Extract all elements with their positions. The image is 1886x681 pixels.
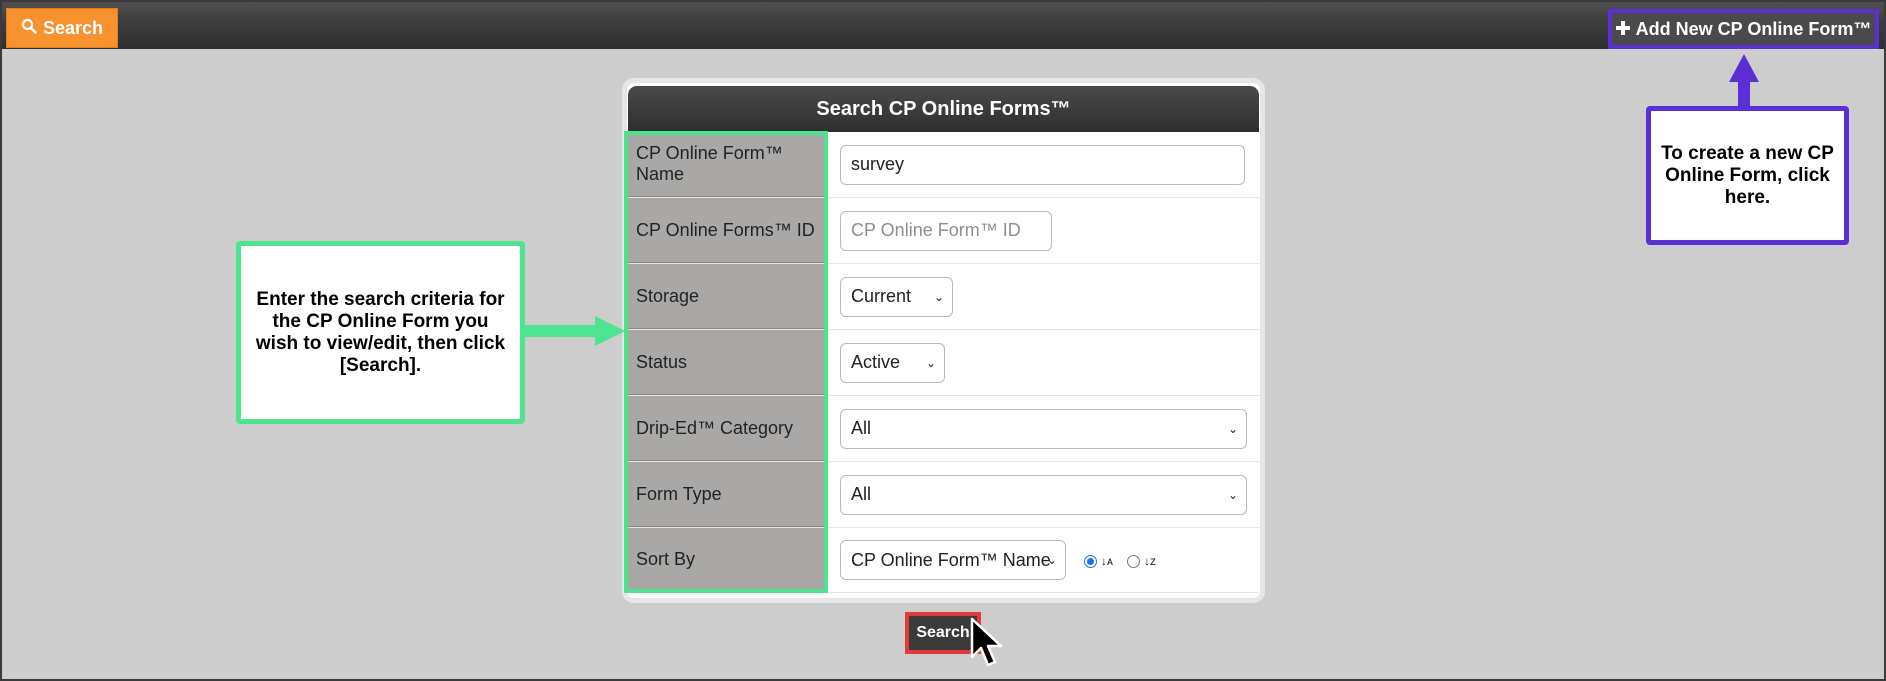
form-id-label: CP Online Forms™ ID <box>628 198 828 263</box>
sort-descending-icon: ↓ᴢ <box>1143 554 1156 568</box>
search-icon <box>21 18 37 39</box>
callout-arrow-up-head <box>1729 54 1759 82</box>
callout-add-form: To create a new CP Online Form, click he… <box>1646 106 1849 245</box>
row-form-type: Form Type All ⌄ <box>628 462 1259 528</box>
form-type-select[interactable]: All ⌄ <box>840 474 1247 515</box>
sort-by-label: Sort By <box>628 528 828 592</box>
drip-ed-category-label: Drip-Ed™ Category <box>628 396 828 461</box>
sort-ascending-radio[interactable] <box>1084 554 1097 568</box>
plus-icon <box>1615 19 1630 40</box>
form-type-label: Form Type <box>628 462 828 527</box>
drip-ed-category-select[interactable]: All ⌄ <box>840 408 1247 449</box>
status-label: Status <box>628 330 828 395</box>
panel-title: Search CP Online Forms™ <box>628 86 1259 132</box>
row-drip-ed-category: Drip-Ed™ Category All ⌄ <box>628 396 1259 462</box>
form-id-input[interactable]: CP Online Form™ ID <box>840 210 1052 251</box>
status-select[interactable]: Active ⌄ <box>840 342 945 383</box>
callout-arrow-right <box>525 325 595 337</box>
mouse-cursor-icon <box>970 617 1006 674</box>
callout-arrow-right-head <box>595 316 625 346</box>
search-tab-label: Search <box>42 17 104 38</box>
add-new-form-button[interactable]: Add New CP Online Form™ <box>1608 9 1879 49</box>
chevron-down-icon: ⌄ <box>933 289 944 304</box>
callout-search-criteria: Enter the search criteria for the CP Onl… <box>236 241 525 424</box>
row-storage: Storage Current ⌄ <box>628 264 1259 330</box>
row-status: Status Active ⌄ <box>628 330 1259 396</box>
chevron-down-icon: ⌄ <box>1046 553 1057 567</box>
sort-direction: ↓ᴀ ↓ᴢ <box>1084 554 1166 568</box>
chevron-down-icon: ⌄ <box>1227 487 1238 502</box>
callout-arrow-up <box>1738 78 1750 108</box>
row-form-name: CP Online Form™ Name survey <box>628 132 1259 198</box>
form-name-label: CP Online Form™ Name <box>628 132 828 197</box>
chevron-down-icon: ⌄ <box>925 355 936 370</box>
form-name-input[interactable]: survey <box>840 144 1245 185</box>
top-bar <box>2 2 1884 49</box>
search-tab[interactable]: Search <box>6 8 118 48</box>
sort-ascending-icon: ↓ᴀ <box>1101 554 1113 568</box>
sort-by-select[interactable]: CP Online Form™ Name ⌄ <box>840 540 1066 580</box>
chevron-down-icon: ⌄ <box>1227 421 1238 436</box>
storage-label: Storage <box>628 264 828 329</box>
add-new-form-label: Add New CP Online Form™ <box>1635 18 1872 39</box>
sort-descending-radio[interactable] <box>1126 554 1140 568</box>
storage-select[interactable]: Current ⌄ <box>840 276 953 317</box>
row-form-id: CP Online Forms™ ID CP Online Form™ ID <box>628 198 1259 264</box>
